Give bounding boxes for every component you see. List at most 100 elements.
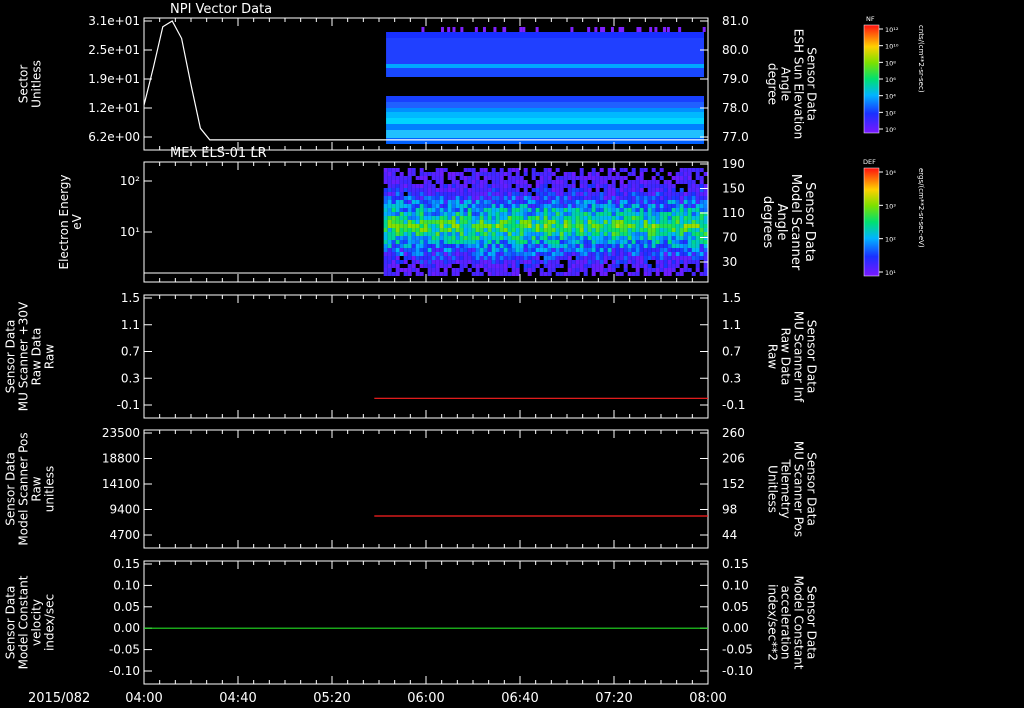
heatmap-cell-1-862	[519, 216, 524, 220]
heatmap-cell-1-61	[391, 200, 396, 204]
heatmap-cell-1-1266	[587, 196, 592, 200]
heatmap-cell-1-1689	[655, 244, 660, 248]
heatmap-cell-1-600	[479, 196, 484, 200]
heatmap-cell-1-1725	[663, 196, 668, 200]
heatmap-cell-1-1083	[555, 236, 560, 240]
heatmap-cell-1-925	[531, 196, 536, 200]
heatmap-cell-1-1254	[583, 248, 588, 252]
heatmap-cell-1-279	[427, 200, 432, 204]
heatmap-cell-1-62	[391, 204, 396, 208]
y-tick-label-0-1: 2.5e+01	[88, 43, 140, 57]
heatmap-cell-1-1028	[547, 216, 552, 220]
heatmap-cell-1-1979	[703, 252, 708, 256]
heatmap-cell-1-498	[463, 184, 468, 188]
heatmap-cell-1-451	[455, 192, 460, 196]
heatmap-cell-1-928	[531, 208, 536, 212]
heatmap-cell-1-1611	[643, 216, 648, 220]
heatmap-cell-1-1474	[619, 244, 624, 248]
heatmap-cell-1-9	[383, 208, 388, 212]
date-label: 2015/082	[28, 691, 90, 706]
heatmap-cell-1-43	[387, 236, 392, 240]
heatmap-cell-1-693	[491, 260, 496, 264]
heatmap-cell-1-537	[467, 248, 472, 252]
heatmap-cell-1-1974	[703, 232, 708, 236]
heatmap-cell-1-1075	[555, 204, 560, 208]
heatmap-cell-1-1791	[671, 264, 676, 268]
heatmap-cell-1-843	[515, 236, 520, 240]
heatmap-cell-1-1074	[555, 200, 560, 204]
heatmap-cell-1-1535	[631, 204, 636, 208]
colorbar-1-tick-label-3: 10¹	[885, 269, 896, 277]
heatmap-cell-1-1857	[683, 240, 688, 244]
heatmap-cell-1-623	[483, 184, 488, 188]
heatmap-cell-1-1210	[579, 168, 584, 172]
heatmap-cell-1-1547	[631, 252, 636, 256]
heatmap-cell-1-1536	[631, 208, 636, 212]
heatmap-cell-1-997	[543, 192, 548, 196]
heatmap-cell-1-1325	[595, 232, 600, 236]
heatmap-cell-1-943	[531, 268, 536, 272]
heatmap-cell-1-121	[399, 236, 404, 240]
heatmap-cell-1-114	[399, 208, 404, 212]
heatmap-cell-1-671	[491, 172, 496, 176]
heatmap-cell-1-1920	[695, 200, 700, 204]
heatmap-cell-1-1667	[651, 244, 656, 248]
heatmap-cell-1-226	[419, 176, 424, 180]
heatmap-cell-1-1276	[587, 236, 592, 240]
heatmap-cell-1-1776	[671, 204, 676, 208]
heatmap-cell-1-1563	[635, 220, 640, 224]
heatmap-cell-1-663	[487, 248, 492, 252]
heatmap-cell-1-1534	[631, 200, 636, 204]
heatmap-cell-1-203	[415, 188, 420, 192]
heatmap-cell-1-1512	[627, 208, 632, 212]
y2label-1-line-1: Model Scanner	[788, 174, 803, 271]
heatmap-cell-1-392	[443, 248, 448, 252]
ylabel-0-line-0: Sector	[17, 65, 31, 104]
heatmap-cell-1-1010	[543, 244, 548, 248]
heatmap-cell-1-1435	[615, 188, 620, 192]
heatmap-cell-1-352	[439, 180, 444, 184]
heatmap-cell-1-1381	[603, 260, 608, 264]
heatmap-cell-1-1760	[667, 236, 672, 240]
heatmap-cell-1-171	[407, 248, 412, 252]
heatmap-cell-1-617	[479, 264, 484, 268]
heatmap-cell-1-1366	[603, 200, 608, 204]
heatmap-cell-1-397	[443, 268, 448, 272]
heatmap-cell-1-1338	[599, 184, 604, 188]
heatmap-cell-1-1047	[551, 192, 556, 196]
heatmap-cell-1-1509	[627, 196, 632, 200]
heatmap-cell-1-1640	[647, 236, 652, 240]
heatmap-cell-1-775	[507, 168, 512, 172]
x-tick-label-1: 04:40	[219, 691, 256, 706]
y-tick-label-2-2: 0.7	[121, 345, 140, 359]
heatmap-cell-1-926	[531, 200, 536, 204]
heatmap-cell-1-1405	[607, 256, 612, 260]
heatmap-cell-1-347	[435, 268, 440, 272]
heatmap-cell-1-33	[387, 196, 392, 200]
heatmap-cell-1-1723	[663, 188, 668, 192]
heatmap-cell-1-57	[391, 184, 396, 188]
heatmap-cell-1-797	[507, 256, 512, 260]
heatmap-cell-1-446	[451, 272, 456, 276]
heatmap-cell-1-1550	[631, 264, 636, 268]
heatmap-cell-1-1411	[611, 184, 616, 188]
heatmap-cell-1-1329	[595, 248, 600, 252]
heatmap-cell-1-1865	[687, 168, 692, 172]
heatmap-cell-1-877	[523, 184, 528, 188]
heatmap-cell-1-1835	[679, 248, 684, 252]
heatmap-cell-1-437	[451, 232, 456, 236]
heatmap-cell-1-118	[399, 224, 404, 228]
y2-tick-label-3-4: 44	[722, 528, 737, 542]
heatmap-cell-1-1790	[671, 260, 676, 264]
heatmap-cell-1-961	[535, 244, 540, 248]
heatmap-cell-1-1308	[591, 268, 596, 272]
heatmap-cell-1-1054	[551, 220, 556, 224]
heatmap-cell-1-618	[479, 272, 484, 276]
y2label-3-line-0: Sensor Data	[805, 452, 819, 526]
heatmap-cell-1-1200	[575, 236, 580, 240]
heatmap-cell-1-1583	[639, 192, 644, 196]
panel-frame-3	[143, 429, 709, 549]
heatmap-cell-1-1951	[699, 224, 704, 228]
heatmap-cell-1-1713	[659, 240, 664, 244]
heatmap-cell-1-924	[531, 188, 536, 192]
